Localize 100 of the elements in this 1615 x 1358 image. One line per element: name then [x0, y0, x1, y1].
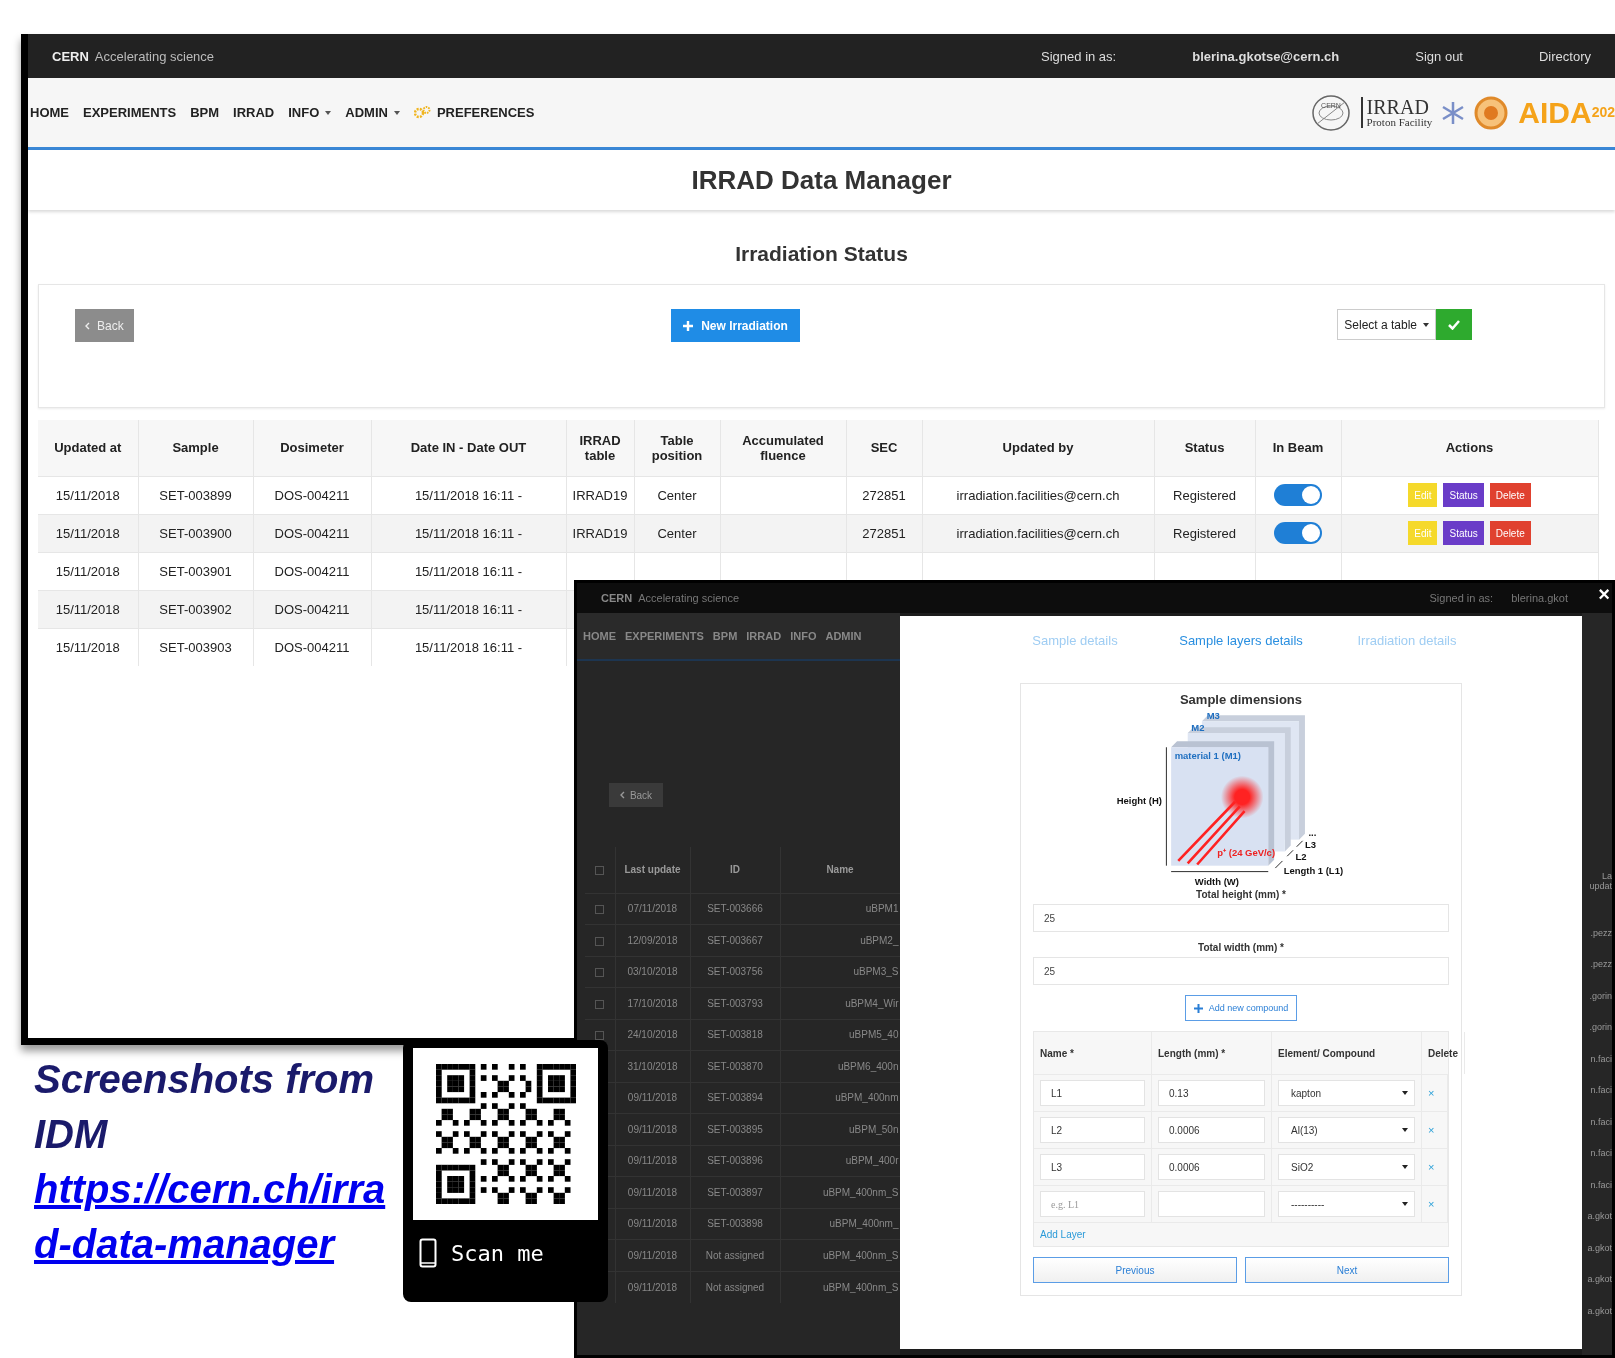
page-title: IRRAD Data Manager — [691, 164, 952, 196]
diagram-label: material 1 (M1) — [1174, 750, 1241, 762]
diagram-label: M3 — [1206, 709, 1220, 721]
section-title: Irradiation Status — [734, 242, 909, 266]
table-cell: irradiation.facilities@cern.ch — [956, 525, 1120, 541]
previous-button[interactable]: Previous — [1033, 1257, 1237, 1283]
scan-label: Scan me — [451, 1240, 544, 1266]
table-cell: 15/11/2018 16:11 - — [414, 601, 523, 617]
table-cell: SET-003793 — [690, 987, 780, 1019]
input-field[interactable]: 0.13 — [1158, 1080, 1265, 1106]
delete-button[interactable]: Delete — [1489, 521, 1531, 545]
compound-select[interactable]: Al(13) — [1278, 1117, 1415, 1143]
nav-link[interactable]: INFO — [790, 630, 817, 642]
input-field[interactable]: e.g. L1 — [1040, 1191, 1145, 1217]
table-cell: 15/11/2018 — [55, 601, 120, 617]
nav-link[interactable]: ADMIN — [345, 105, 400, 120]
column-header: Delete — [1422, 1032, 1465, 1074]
nav-link[interactable]: IRRAD — [746, 630, 782, 642]
field-label: Total width (mm) * — [1198, 942, 1284, 953]
column-header: Last update — [615, 847, 690, 893]
table-cell: irradiation.facilities@cern.ch — [956, 487, 1120, 503]
checkbox[interactable] — [595, 866, 605, 876]
diagram-label: M2 — [1191, 721, 1205, 733]
table-cell: DOS-004211 — [274, 525, 350, 541]
table-cell: SET-003870 — [690, 1050, 780, 1082]
nav-link[interactable]: BPM — [712, 630, 738, 642]
table-cell: SET-003897 — [690, 1176, 780, 1208]
sign-out-link[interactable]: Sign out — [1415, 48, 1463, 64]
table-cell: 09/11/2018 — [615, 1113, 690, 1145]
confirm-button[interactable] — [1436, 309, 1472, 340]
caret-icon — [325, 110, 332, 115]
check-icon — [1448, 319, 1460, 330]
table-cell: Not assigned — [690, 1239, 780, 1271]
nav-link[interactable]: BPM — [190, 105, 220, 120]
table-cell: SET-003903 — [159, 639, 232, 655]
checkbox[interactable] — [595, 999, 605, 1009]
url-link[interactable]: https://cern.ch/irrad-data-manager — [34, 1162, 402, 1272]
table-cell: 03/10/2018 — [615, 956, 690, 988]
add-compound-button[interactable]: Add new compound — [1184, 995, 1298, 1021]
diagram-label: Width (W) — [1194, 875, 1239, 887]
nav-link[interactable]: PREFERENCES — [413, 105, 535, 120]
column-header: Date IN - Date OUT — [371, 420, 566, 476]
table-cell: SET-003902 — [159, 601, 232, 617]
nav-link[interactable]: ADMIN — [825, 630, 862, 642]
status-button[interactable]: Status — [1443, 483, 1484, 507]
column-header: IRRAD table — [566, 420, 634, 476]
table-cell: 15/11/2018 — [55, 639, 120, 655]
nav-link[interactable]: INFO — [288, 105, 332, 120]
input-field[interactable]: L1 — [1040, 1080, 1145, 1106]
column-header: Table position — [634, 420, 720, 476]
input-field[interactable]: 25 — [1033, 957, 1449, 985]
table-cell: SET-003667 — [690, 924, 780, 956]
chevron-left-icon — [85, 321, 90, 330]
checkbox[interactable] — [595, 905, 605, 915]
diagram-label: p⁺ (24 GeV/c) — [1217, 847, 1276, 859]
next-button[interactable]: Next — [1245, 1257, 1449, 1283]
table-cell-text: n.faci — [1590, 1052, 1612, 1066]
in-beam-toggle[interactable] — [1274, 484, 1322, 506]
table-cell: 15/11/2018 — [55, 563, 120, 579]
nav-link[interactable]: IRRAD — [233, 105, 275, 120]
checkbox[interactable] — [595, 968, 605, 978]
irrad-logo-subtitle: Proton Facility — [1366, 117, 1433, 128]
table-cell-text: a.gkot — [1587, 1304, 1612, 1318]
table-cell: 07/11/2018 — [615, 893, 690, 925]
user-email: blerina.gkotse@cern.ch — [1192, 48, 1340, 64]
new-irradiation-button[interactable]: New Irradiation — [671, 309, 800, 342]
snowflake-icon — [1442, 100, 1465, 125]
table-cell: SET-003900 — [159, 525, 232, 541]
input-field[interactable]: L3 — [1040, 1154, 1145, 1180]
close-button[interactable]: × — [1598, 582, 1610, 606]
compound-select[interactable]: kapton — [1278, 1080, 1415, 1106]
diagram-label: L2 — [1295, 850, 1307, 862]
table-cell: Center — [657, 487, 697, 503]
table-cell: 09/11/2018 — [615, 1239, 690, 1271]
input-field[interactable]: 0.0006 — [1158, 1117, 1265, 1143]
table-cell: 15/11/2018 16:11 - — [414, 525, 523, 541]
input-field[interactable] — [1158, 1191, 1265, 1217]
status-button[interactable]: Status — [1443, 521, 1484, 545]
nav-link[interactable]: HOME — [583, 630, 616, 642]
table-cell: Registered — [1173, 487, 1236, 503]
nav-link[interactable]: EXPERIMENTS — [625, 630, 704, 642]
column-header: Length (mm) * — [1152, 1032, 1272, 1074]
column-header: Actions — [1341, 420, 1598, 476]
checkbox[interactable] — [595, 936, 605, 946]
column-header: Updated by — [922, 420, 1154, 476]
table-cell: 09/11/2018 — [615, 1145, 690, 1177]
input-field[interactable]: 0.0006 — [1158, 1154, 1265, 1180]
directory-link[interactable]: Directory — [1539, 48, 1591, 64]
input-field[interactable]: L2 — [1040, 1117, 1145, 1143]
nav-link[interactable]: HOME — [30, 105, 69, 120]
input-field[interactable]: 25 — [1033, 904, 1449, 932]
table-cell: Center — [657, 525, 697, 541]
nav-link[interactable]: EXPERIMENTS — [83, 105, 177, 120]
compound-select[interactable]: SiO2 — [1278, 1154, 1415, 1180]
table-cell: 09/11/2018 — [615, 1082, 690, 1114]
compound-select[interactable]: ---------- — [1278, 1191, 1415, 1217]
delete-button[interactable]: Delete — [1489, 483, 1531, 507]
back-button[interactable]: Back — [609, 783, 663, 807]
tab[interactable]: Sample layers details — [1158, 632, 1324, 649]
in-beam-toggle[interactable] — [1274, 522, 1322, 544]
